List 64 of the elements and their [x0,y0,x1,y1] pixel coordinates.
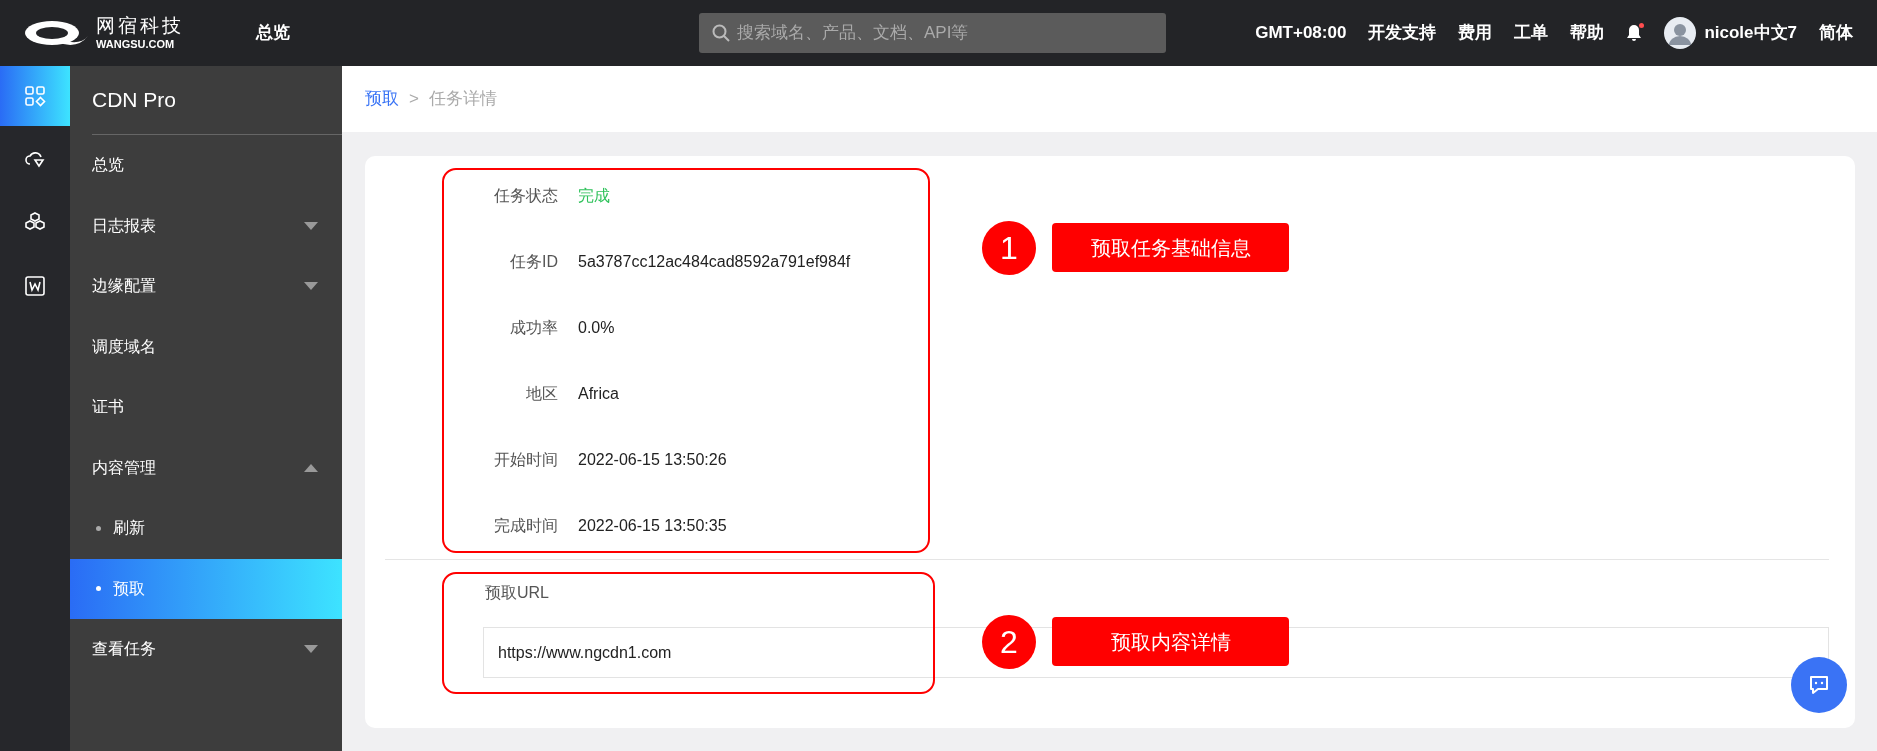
sidebar-label: 日志报表 [92,215,156,236]
avatar[interactable] [1664,17,1697,49]
letter-w-icon [24,275,46,297]
sidebar-label: 内容管理 [92,457,156,478]
sidebar-item[interactable]: 内容管理 [70,437,342,498]
sidebar-label: 刷新 [113,518,145,539]
annotation-number: 1 [982,221,1036,275]
cubes-icon [24,211,46,233]
status-text: 完成 [578,186,610,206]
header-link[interactable]: 开发支持 [1368,20,1437,46]
field-value: Africa [578,384,619,404]
field-label: 任务ID [509,252,558,272]
header-link[interactable]: 工单 [1514,20,1549,46]
field-value: 5a3787cc12ac484cad8592a791ef984f [578,252,851,272]
annotation-label: 预取内容详情 [1052,617,1289,666]
field-label: 地区 [525,384,558,404]
field-value: 2022-06-15 13:50:35 [578,516,727,536]
caret-icon [304,645,318,654]
field-value: 0.0% [578,318,615,338]
sidebar-item[interactable]: 边缘配置 [70,256,342,317]
annotation-label: 预取任务基础信息 [1052,223,1289,272]
grid-icon [24,85,46,107]
field-label: 开始时间 [493,450,558,470]
sidebar-item[interactable]: 刷新 [70,498,342,559]
sidebar-item[interactable]: 证书 [70,377,342,438]
field-value: 2022-06-15 13:50:26 [578,450,727,470]
breadcrumb-current: 任务详情 [428,88,497,111]
sidebar-label: 调度域名 [92,336,156,357]
logo-text: WANGSU.COM [96,39,176,50]
sidebar-item[interactable]: 总览 [70,135,342,196]
field-label: 成功率 [509,318,558,338]
breadcrumb-link[interactable]: 预取 [365,86,399,112]
search-field[interactable]: 搜索域名、产品、文档、API等 [699,13,1166,53]
sidebar-item[interactable]: 调度域名 [70,316,342,377]
sidebar-label: 证书 [92,397,124,418]
sidebar-label: 边缘配置 [92,276,156,297]
search-icon [712,24,730,42]
sidebar-label: 总览 [92,155,124,176]
sidebar-label: 查看任务 [92,639,156,660]
field-label: 完成时间 [493,516,558,536]
sidebar-label: 预取 [113,578,145,599]
sidebar-item[interactable]: 日志报表 [70,195,342,256]
breadcrumb-separator: > [409,88,419,111]
caret-icon [304,221,318,230]
field-label: 任务状态 [493,186,558,206]
sidebar-item[interactable]: 查看任务 [70,619,342,680]
annotation-number: 2 [982,615,1036,669]
caret-icon [304,282,318,291]
language-link[interactable]: 简体 [1819,20,1853,46]
chat-icon [1807,673,1831,697]
header-link[interactable]: GMT+08:00 [1255,20,1347,46]
nav-link[interactable]: 总览 [256,20,290,46]
logo-text: 网宿科技 [96,16,184,35]
header-link[interactable]: 费用 [1458,20,1493,46]
url-text: https://www.ngcdn1.com [498,642,672,663]
header-link[interactable]: 帮助 [1570,20,1605,46]
caret-icon [304,463,318,472]
bullet-icon [96,525,101,531]
field-label: 预取URL [485,583,550,603]
notification-button[interactable] [1626,24,1643,42]
bell-icon [1626,24,1643,42]
user-name[interactable]: nicole中文7 [1704,20,1797,46]
bullet-icon [96,586,101,592]
sidebar-item[interactable]: 预取 [70,558,342,619]
